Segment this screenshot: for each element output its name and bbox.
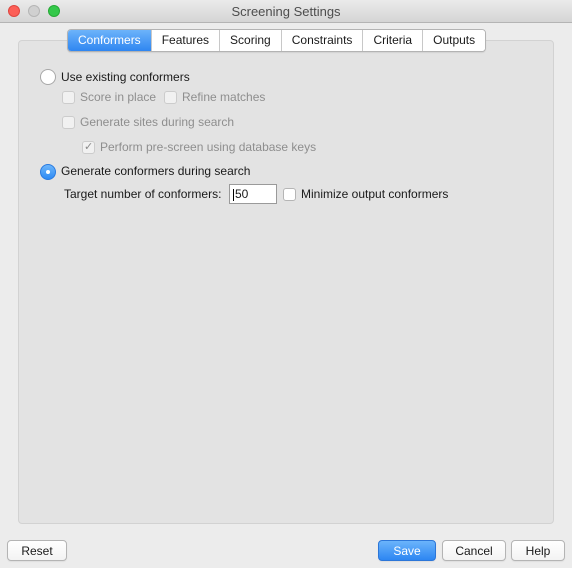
tab-features[interactable]: Features (151, 30, 221, 51)
tab-criteria[interactable]: Criteria (363, 30, 424, 51)
window-title: Screening Settings (231, 4, 341, 19)
refine-matches-label: Refine matches (182, 90, 266, 104)
tab-constraints[interactable]: Constraints (281, 30, 364, 51)
generate-sites-checkbox[interactable] (62, 116, 75, 129)
score-in-place-checkbox[interactable] (62, 91, 75, 104)
use-existing-conformers-label: Use existing conformers (61, 70, 190, 84)
checkmark-icon: ✓ (84, 141, 94, 153)
minimize-output-checkbox[interactable] (283, 188, 296, 201)
help-button[interactable]: Help (511, 540, 565, 561)
pre-screen-checkbox[interactable]: ✓ (82, 141, 95, 154)
settings-panel (18, 40, 554, 524)
tab-bar: Conformers Features Scoring Constraints … (67, 29, 487, 52)
target-number-input[interactable]: 50 (229, 184, 277, 204)
generate-conformers-label: Generate conformers during search (61, 164, 251, 178)
screening-settings-window: Screening Settings Conformers Features S… (0, 0, 572, 568)
refine-matches-checkbox[interactable] (164, 91, 177, 104)
score-in-place-label: Score in place (80, 90, 157, 104)
tab-outputs[interactable]: Outputs (423, 30, 486, 51)
pre-screen-label: Perform pre-screen using database keys (100, 140, 317, 154)
reset-button[interactable]: Reset (7, 540, 67, 561)
tab-conformers[interactable]: Conformers (68, 30, 152, 51)
target-number-value: 50 (235, 187, 249, 201)
text-caret (233, 188, 234, 201)
generate-sites-label: Generate sites during search (80, 115, 235, 129)
cancel-button[interactable]: Cancel (442, 540, 506, 561)
generate-conformers-radio[interactable] (40, 164, 56, 180)
use-existing-conformers-radio[interactable] (40, 69, 56, 85)
tab-scoring[interactable]: Scoring (220, 30, 282, 51)
save-button[interactable]: Save (378, 540, 436, 561)
title-bar[interactable]: Screening Settings (0, 0, 572, 23)
minimize-output-label: Minimize output conformers (301, 187, 449, 201)
target-number-label: Target number of conformers: (64, 187, 222, 201)
